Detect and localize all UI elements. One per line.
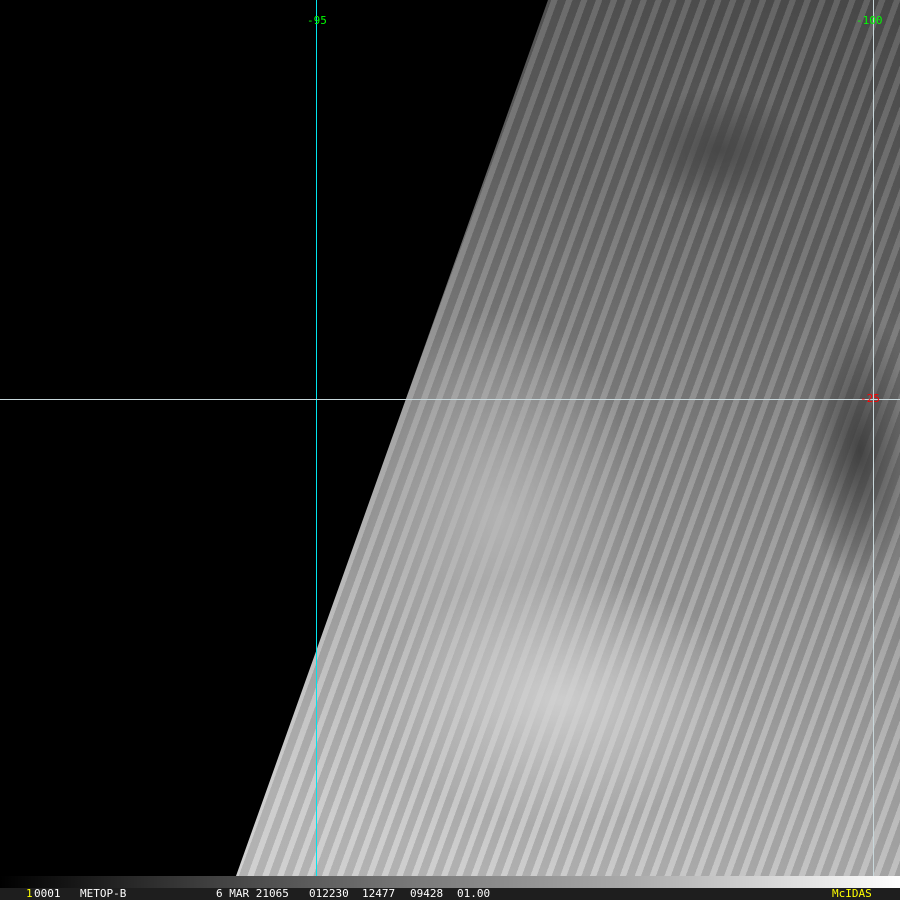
longitude-line-100 xyxy=(873,0,874,876)
longitude-label: -95 xyxy=(307,14,327,27)
grayscale-color-bar xyxy=(0,876,900,888)
image-date: 6 MAR 21065 xyxy=(216,887,289,900)
image-resolution: 01.00 xyxy=(457,887,491,900)
mcidas-brand: McIDAS xyxy=(832,887,872,900)
satellite-image-view: -95 -100 -25 1 0001 METOP-B 6 MAR 21065 0122… xyxy=(0,0,900,900)
image-id: 0001 xyxy=(34,887,61,900)
longitude-line-95 xyxy=(316,0,317,876)
longitude-label: -100 xyxy=(856,14,883,27)
frame-number: 1 xyxy=(26,887,33,900)
satellite-name: METOP-B xyxy=(80,887,127,900)
status-line: 1 0001 METOP-B 6 MAR 21065 012230 12477 09428 0… xyxy=(0,888,900,900)
latitude-label: -25 xyxy=(860,392,880,405)
image-element: 09428 xyxy=(410,887,444,900)
image-line: 12477 xyxy=(362,887,396,900)
image-time: 012230 xyxy=(309,887,349,900)
latitude-line-25 xyxy=(0,399,900,400)
cloud-imagery xyxy=(236,0,900,876)
